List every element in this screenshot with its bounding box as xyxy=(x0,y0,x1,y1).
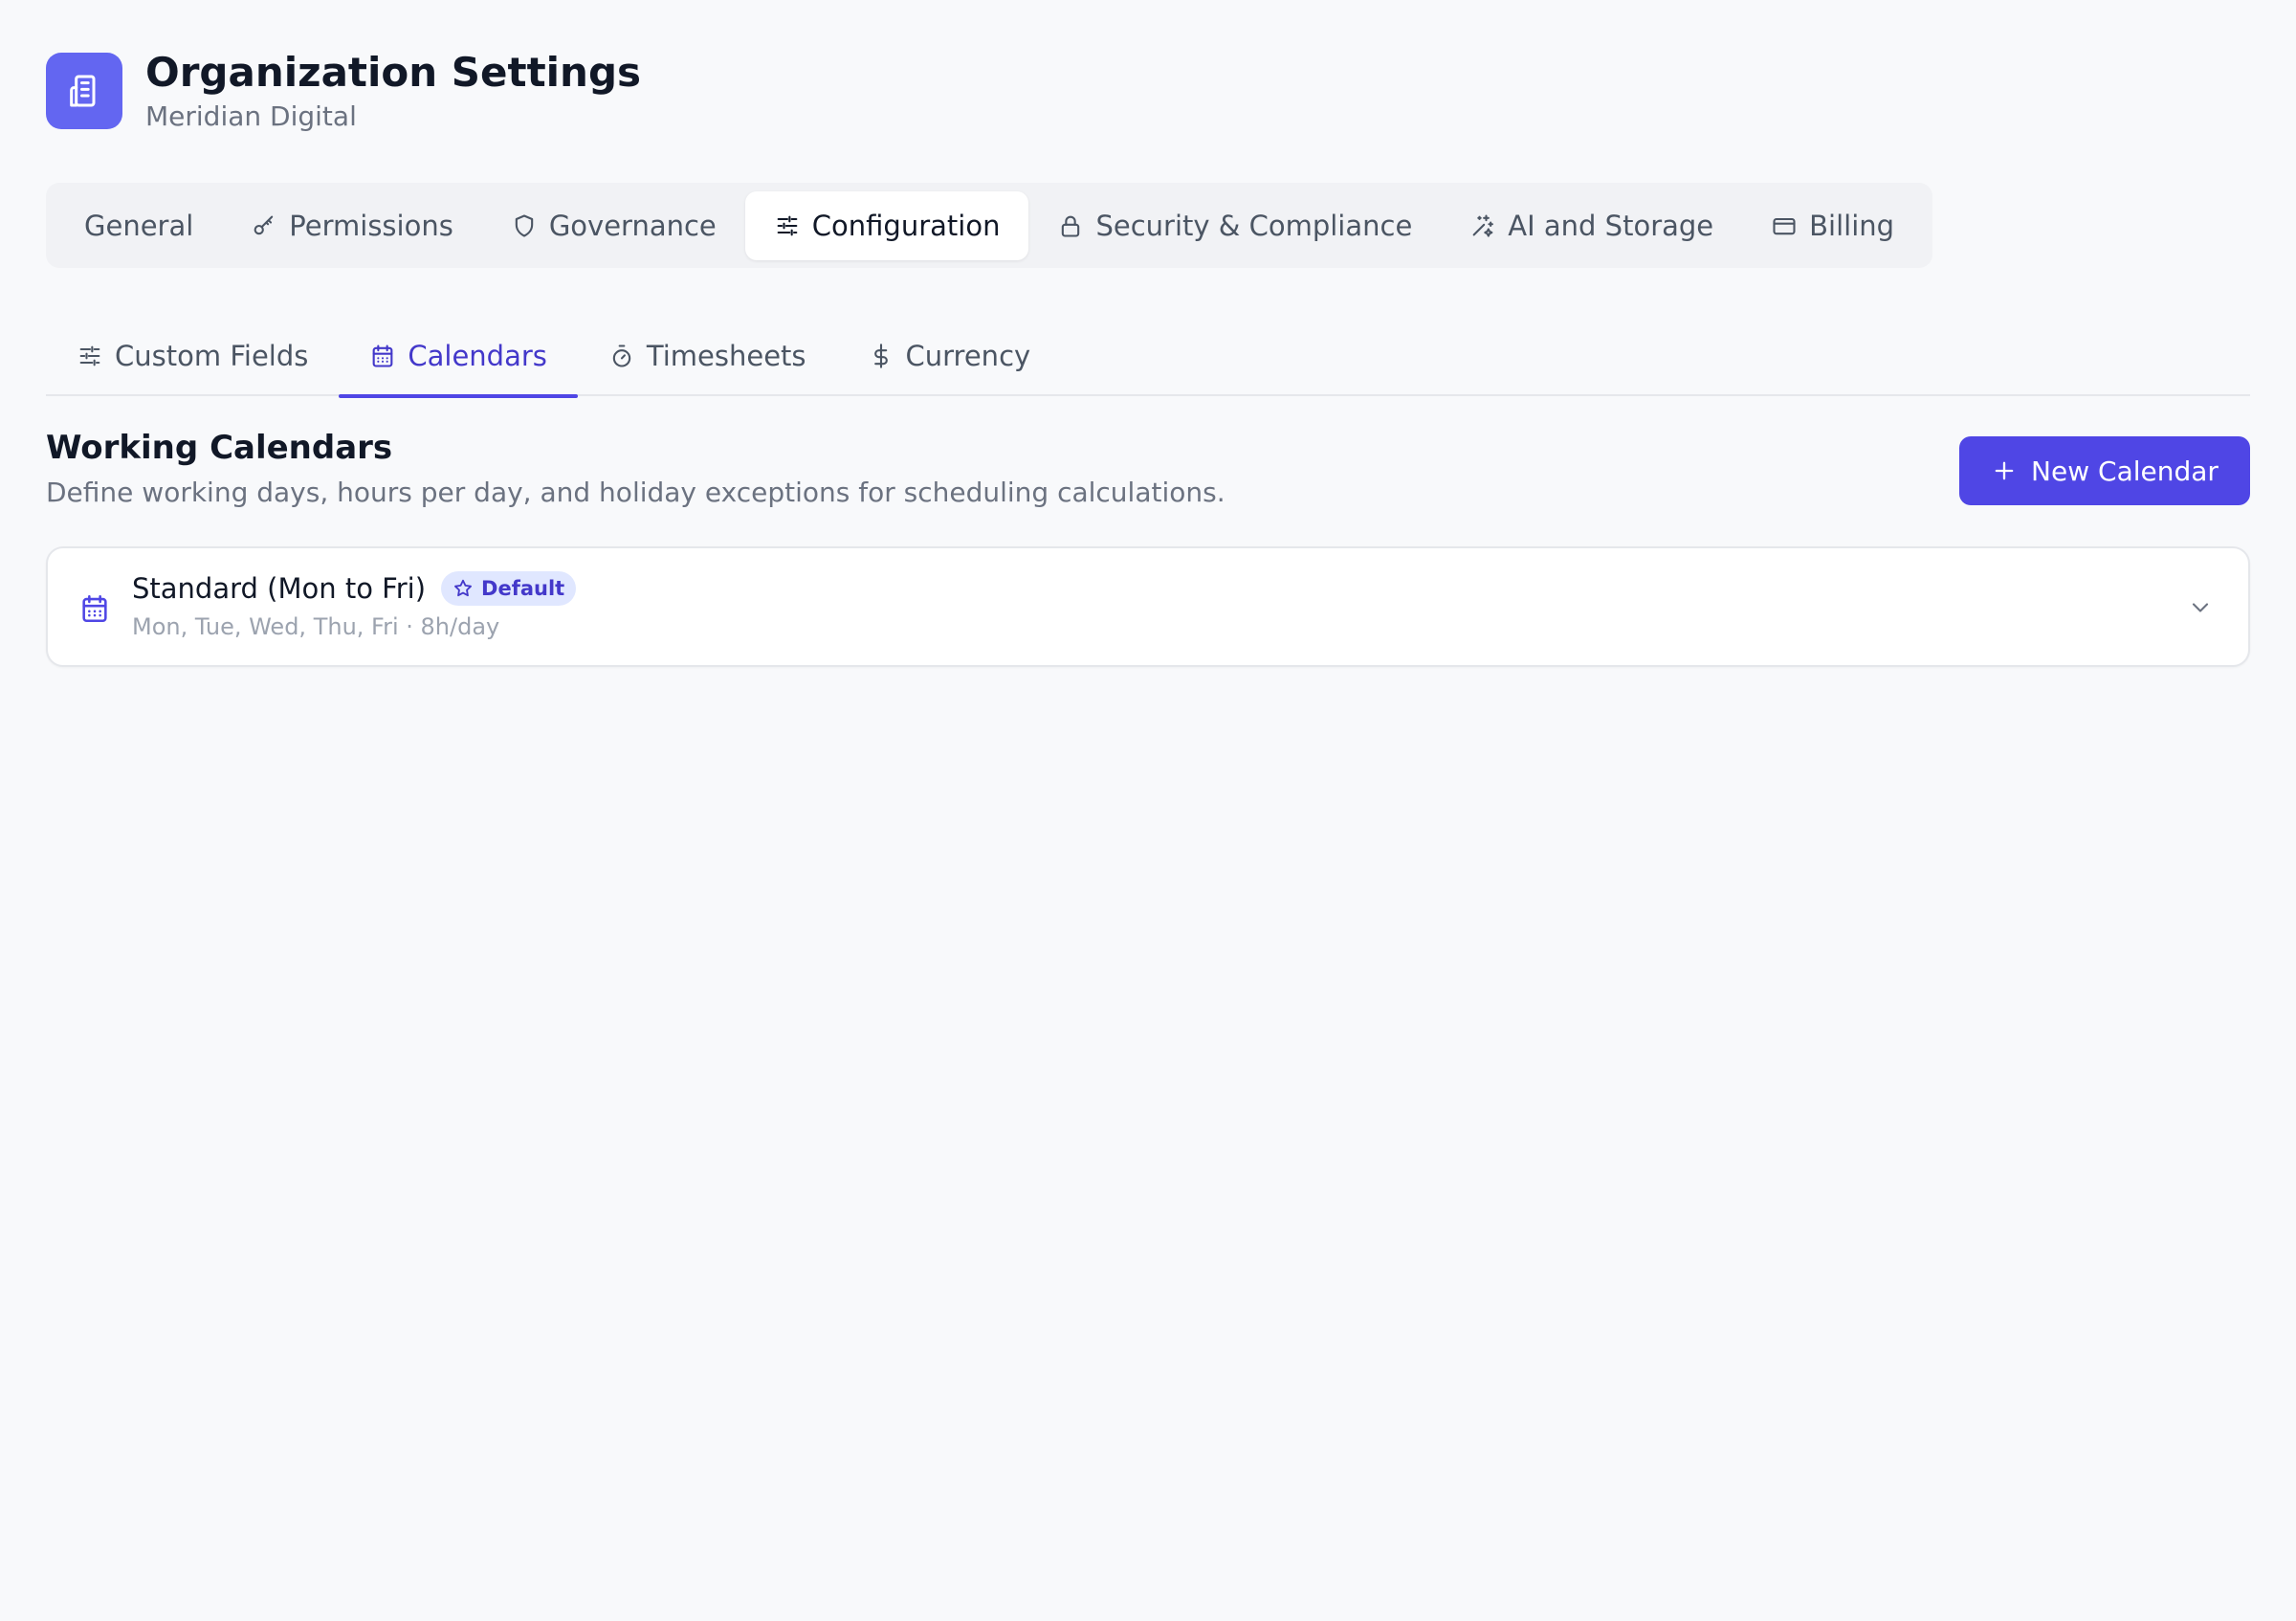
building-icon xyxy=(46,53,122,129)
key-icon xyxy=(254,215,274,234)
timer-icon xyxy=(612,344,631,367)
tab-label: General xyxy=(84,209,194,242)
org-header: Organization Settings Meridian Digital xyxy=(46,48,641,134)
subtab-calendars[interactable]: Calendars xyxy=(339,316,578,398)
subtab-label: Currency xyxy=(905,340,1031,372)
tab-security-compliance[interactable]: Security & Compliance xyxy=(1028,191,1441,260)
sub-tab-bar: Custom Fields Calendars Timesheets Curre… xyxy=(46,316,2250,398)
tab-general[interactable]: General xyxy=(55,191,222,260)
calendar-icon xyxy=(82,594,107,623)
page-title: Organization Settings xyxy=(145,49,642,96)
tab-configuration[interactable]: Configuration xyxy=(744,190,1029,260)
section-title: Working Calendars xyxy=(46,429,393,467)
star-icon xyxy=(454,579,473,597)
calendar-list-item[interactable]: Standard (Mon to Fri) Default Mon, Tue, … xyxy=(46,546,2250,667)
settings-page: Organization Settings Meridian Digital G… xyxy=(0,0,2296,1621)
shield-icon xyxy=(515,213,534,237)
badge-label: Default xyxy=(481,577,565,600)
tab-label: Configuration xyxy=(811,209,1001,242)
dollar-icon xyxy=(873,344,888,368)
chevron-down-icon[interactable] xyxy=(2187,594,2214,621)
subtab-currency[interactable]: Currency xyxy=(837,316,1062,396)
subtab-label: Custom Fields xyxy=(115,340,309,372)
section-description: Define working days, hours per day, and … xyxy=(46,477,1225,508)
default-badge: Default xyxy=(441,571,577,606)
tab-governance[interactable]: Governance xyxy=(482,191,745,260)
sliders-icon xyxy=(777,215,798,235)
credit-card-icon xyxy=(1773,217,1796,234)
primary-tab-bar: General Permissions Governance Configura… xyxy=(46,183,1933,268)
plus-icon xyxy=(1995,461,2014,480)
subtab-timesheets[interactable]: Timesheets xyxy=(578,316,837,396)
calendar-meta: Mon, Tue, Wed, Thu, Fri · 8h/day xyxy=(132,613,500,640)
subtab-label: Timesheets xyxy=(646,340,806,372)
org-title-group: Organization Settings Meridian Digital xyxy=(145,48,641,134)
org-name: Meridian Digital xyxy=(145,100,357,132)
lock-icon xyxy=(1062,215,1080,237)
tab-label: AI and Storage xyxy=(1508,209,1714,242)
calendar-name: Standard (Mon to Fri) xyxy=(132,572,427,605)
tab-billing[interactable]: Billing xyxy=(1742,191,1923,260)
new-calendar-label: New Calendar xyxy=(2031,455,2219,487)
sliders-icon xyxy=(79,345,100,366)
sparkles-icon xyxy=(1472,213,1494,237)
subtab-label: Calendars xyxy=(408,340,547,372)
calendar-name-row: Standard (Mon to Fri) Default xyxy=(132,571,577,606)
tab-permissions[interactable]: Permissions xyxy=(222,191,482,260)
calendar-icon xyxy=(372,344,393,367)
new-calendar-button[interactable]: New Calendar xyxy=(1959,436,2250,505)
tab-label: Permissions xyxy=(289,209,453,242)
tab-label: Billing xyxy=(1809,209,1895,242)
tab-label: Security & Compliance xyxy=(1095,209,1413,242)
subtab-custom-fields[interactable]: Custom Fields xyxy=(46,316,339,396)
tab-label: Governance xyxy=(548,209,717,242)
tab-ai-storage[interactable]: AI and Storage xyxy=(1441,191,1742,260)
